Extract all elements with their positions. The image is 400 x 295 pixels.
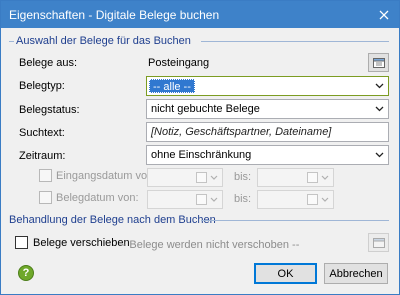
help-button[interactable]: ? bbox=[18, 265, 34, 281]
zeitraum-dropdown[interactable] bbox=[372, 148, 386, 162]
verschieben-checkbox[interactable] bbox=[15, 236, 28, 249]
folder-select-icon bbox=[372, 57, 385, 68]
calendar-icon[interactable] bbox=[307, 194, 318, 205]
suchtext-placeholder: [Notiz, Geschäftspartner, Dateiname] bbox=[151, 126, 332, 138]
belegtyp-select[interactable]: -- alle -- bbox=[146, 76, 389, 96]
cancel-button[interactable]: Abbrechen bbox=[324, 263, 388, 284]
group1-label: Auswahl der Belege für das Buchen bbox=[16, 35, 194, 47]
folder-select-icon bbox=[372, 237, 385, 248]
eingangsdatum-label: Eingangsdatum von: bbox=[56, 170, 157, 182]
suchtext-input[interactable]: [Notiz, Geschäftspartner, Dateiname] bbox=[146, 122, 389, 142]
belegstatus-select[interactable]: nicht gebuchte Belege bbox=[146, 99, 389, 119]
eingangsdatum-von-dropdown[interactable] bbox=[208, 171, 220, 184]
belegtyp-label: Belegtyp: bbox=[19, 80, 65, 92]
chevron-down-icon bbox=[321, 175, 329, 180]
help-icon: ? bbox=[22, 267, 30, 279]
close-icon bbox=[379, 10, 389, 19]
folder-select-button[interactable] bbox=[368, 53, 389, 72]
calendar-icon[interactable] bbox=[196, 194, 207, 205]
belegdatum-bis-field[interactable] bbox=[257, 190, 334, 209]
belegstatus-value: nicht gebuchte Belege bbox=[151, 103, 260, 115]
belegdatum-bis-label: bis: bbox=[234, 193, 252, 205]
belegdatum-von-field[interactable] bbox=[147, 190, 223, 209]
eingangsdatum-checkbox[interactable] bbox=[39, 169, 52, 182]
chevron-down-icon bbox=[321, 197, 329, 202]
window-title: Eigenschaften - Digitale Belege buchen bbox=[9, 8, 220, 22]
title-bar[interactable]: Eigenschaften - Digitale Belege buchen bbox=[1, 1, 399, 28]
target-folder-button[interactable] bbox=[368, 233, 389, 252]
belege-aus-value: Posteingang bbox=[148, 57, 210, 69]
calendar-icon[interactable] bbox=[196, 172, 207, 183]
suchtext-label: Suchtext: bbox=[19, 127, 65, 139]
belegtyp-selected-value: -- alle -- bbox=[149, 79, 195, 93]
belegdatum-label: Belegdatum von: bbox=[56, 192, 139, 204]
group2-line bbox=[201, 220, 389, 221]
eingangsdatum-von-field[interactable] bbox=[147, 168, 223, 187]
belege-aus-label: Belege aus: bbox=[19, 57, 78, 69]
eingangsdatum-bis-field[interactable] bbox=[257, 168, 334, 187]
zeitraum-label: Zeitraum: bbox=[19, 150, 66, 162]
eingangsdatum-bis-dropdown[interactable] bbox=[319, 171, 331, 184]
zeitraum-select[interactable]: ohne Einschränkung bbox=[146, 145, 389, 165]
zeitraum-value: ohne Einschränkung bbox=[151, 149, 252, 161]
group1-line bbox=[201, 41, 389, 42]
verschieben-info: -- Belege werden nicht verschoben -- bbox=[119, 239, 300, 251]
verschieben-label: Belege verschieben bbox=[33, 237, 130, 249]
group1-line-left bbox=[9, 41, 14, 42]
belegstatus-dropdown[interactable] bbox=[372, 102, 386, 116]
ok-button[interactable]: OK bbox=[254, 263, 317, 284]
chevron-down-icon bbox=[375, 152, 383, 158]
belegstatus-label: Belegstatus: bbox=[19, 104, 80, 116]
belegdatum-checkbox[interactable] bbox=[39, 191, 52, 204]
belegtyp-dropdown[interactable] bbox=[372, 79, 386, 93]
belegdatum-bis-dropdown[interactable] bbox=[319, 193, 331, 206]
chevron-down-icon bbox=[210, 175, 218, 180]
chevron-down-icon bbox=[375, 83, 383, 89]
dialog-window: Eigenschaften - Digitale Belege buchen A… bbox=[0, 0, 400, 295]
calendar-icon[interactable] bbox=[307, 172, 318, 183]
group2-label: Behandlung der Belege nach dem Buchen bbox=[9, 214, 219, 226]
chevron-down-icon bbox=[210, 197, 218, 202]
chevron-down-icon bbox=[375, 106, 383, 112]
close-button[interactable] bbox=[369, 1, 399, 28]
eingangsdatum-bis-label: bis: bbox=[234, 171, 252, 183]
belegdatum-von-dropdown[interactable] bbox=[208, 193, 220, 206]
